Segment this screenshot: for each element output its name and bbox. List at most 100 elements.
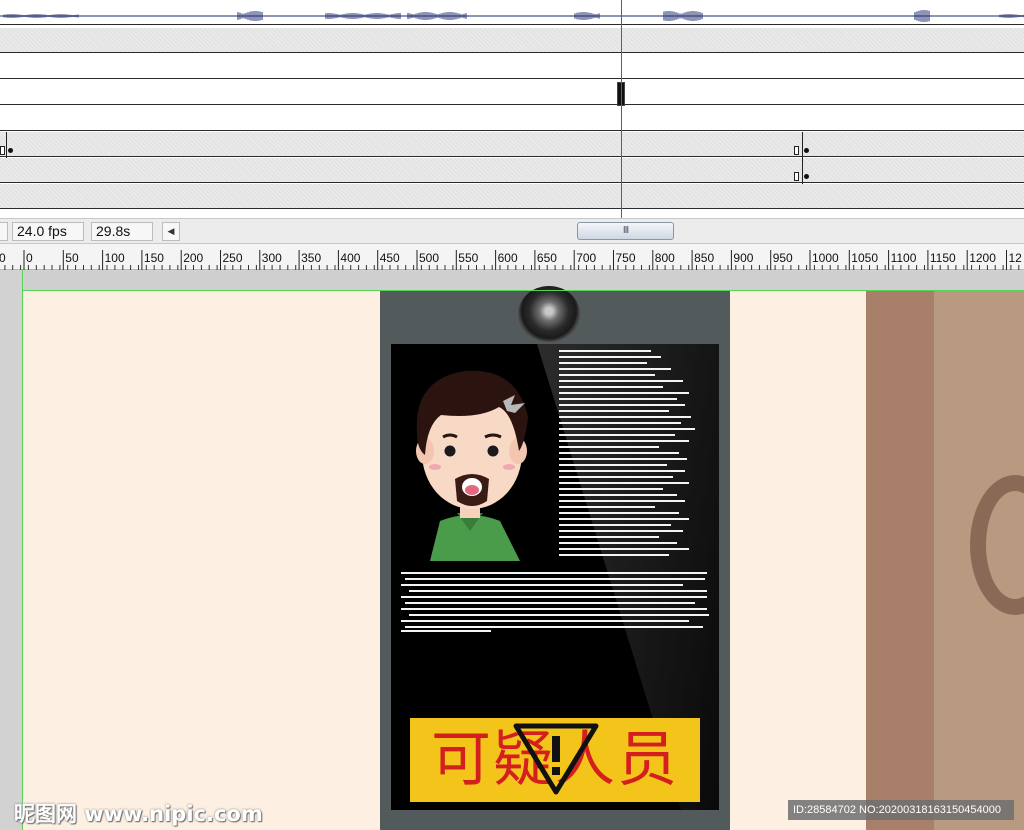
info-line [409,590,707,592]
ruler-label: 950 [773,251,793,265]
ruler-label: 400 [340,251,360,265]
timeline-track-5[interactable] [0,106,1024,131]
info-line [559,386,663,388]
ruler-label: 50 [65,251,79,265]
info-line [559,410,669,412]
info-line [401,630,491,632]
info-line [559,482,689,484]
timeline-track-8[interactable] [0,184,1024,209]
info-line [559,524,671,526]
timeline-track-4[interactable] [0,80,1024,105]
playhead-line[interactable] [621,0,622,218]
keyframe-bar [802,132,803,184]
ruler-ticks: 0 0 50 100 150 200 250 300 350 400 450 500 550 600 650… [0,250,1023,270]
info-line [559,554,669,556]
audio-waveform [0,10,1024,22]
timeline-track-3[interactable] [0,54,1024,79]
info-line [559,434,675,436]
info-line [559,470,685,472]
info-line [559,494,677,496]
ruler-label: 12 [1009,251,1023,265]
info-line [559,404,685,406]
info-line [401,572,707,574]
ruler-label: 500 [419,251,439,265]
ruler-label: 600 [498,251,518,265]
fps-field[interactable]: 24.0 fps [12,222,84,241]
ruler-label: 1050 [851,251,878,265]
info-line [559,440,689,442]
info-line [559,356,661,358]
ruler-label: 150 [144,251,164,265]
scrollbar-thumb[interactable]: III [577,222,674,240]
info-line [559,452,679,454]
elapsed-time-field[interactable]: 29.8s [91,222,153,241]
info-line [559,476,673,478]
info-line [559,518,689,520]
ruler-label: 800 [655,251,675,265]
current-frame-field[interactable] [0,222,8,241]
info-line [405,602,695,604]
pasteboard [24,270,1024,290]
info-line [401,620,689,622]
timeline-track-6[interactable] [0,132,1024,157]
keyframe-dot[interactable] [8,148,13,153]
audio-track[interactable] [0,0,1024,25]
keyframe-bar [6,132,7,158]
ruler-label: 650 [537,251,557,265]
keyframe-end-marker[interactable] [0,146,5,155]
info-line [559,362,647,364]
info-line [559,488,663,490]
info-line [401,608,707,610]
ruler-label: 900 [733,251,753,265]
ruler-label: 850 [694,251,714,265]
info-line [559,530,683,532]
keyframe-dot[interactable] [804,148,809,153]
info-line [559,506,655,508]
info-line [559,458,687,460]
door-frame [866,291,936,830]
ruler-label: 550 [458,251,478,265]
info-line [559,548,689,550]
info-line [401,596,707,598]
ruler-label: 0 [0,251,6,265]
ruler-label: 0 [26,251,33,265]
ruler-label: 700 [576,251,596,265]
timeline-track-2[interactable] [0,28,1024,53]
timeline-track-7[interactable] [0,158,1024,183]
info-line [559,446,659,448]
ruler-label: 200 [183,251,203,265]
info-line [559,536,659,538]
watermark-left: 昵图网 www.nipic.com [14,802,263,826]
ruler-label: 750 [616,251,636,265]
timeline-panel[interactable] [0,0,1024,218]
info-line [559,428,695,430]
stage-guide-vertical [22,270,23,830]
ruler-label: 1150 [930,251,956,265]
info-line [559,416,691,418]
ruler-label: 1100 [891,251,917,265]
info-line [409,614,709,616]
info-line [559,512,679,514]
info-line [559,374,655,376]
info-line [559,368,671,370]
horizontal-ruler[interactable]: 0 0 50 100 150 200 250 300 350 400 450 500 550 600 650… [0,244,1024,270]
keyframe-end-marker[interactable] [794,146,799,155]
stage-guide-horizontal [22,290,1024,291]
keyframe-end-marker[interactable] [794,172,799,181]
ruler-label: 250 [223,251,243,265]
info-line [559,542,677,544]
warning-triangle-icon [513,723,599,795]
ruler-label: 450 [380,251,400,265]
keyframe-dot[interactable] [804,174,809,179]
info-line [559,500,685,502]
ruler-label: 100 [105,251,125,265]
info-line [405,626,703,628]
timeline-status-bar: 24.0 fps 29.8s ◀ III [0,218,1024,244]
info-line [405,578,705,580]
scroll-left-icon[interactable]: ◀ [162,222,180,241]
info-line [559,350,651,352]
stage-canvas[interactable]: 可疑人员 [0,270,1024,830]
ruler-label: 1200 [969,251,996,265]
suspect-avatar [416,370,528,561]
ruler-label: 350 [301,251,321,265]
